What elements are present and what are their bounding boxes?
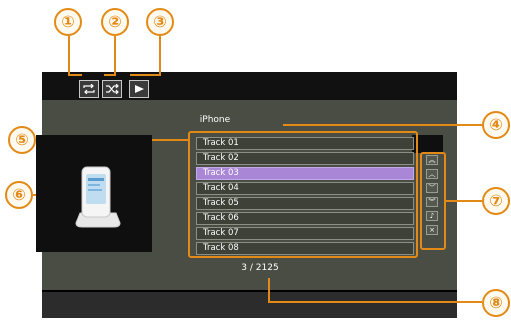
callout-7-lead <box>446 200 482 202</box>
scroll-top-button[interactable]: ︽ <box>426 155 438 165</box>
callout-3-lead-h <box>130 74 161 76</box>
device-image-panel <box>36 135 152 252</box>
track-item[interactable]: Track 04 <box>196 182 414 195</box>
scroll-down-button[interactable]: ﹀ <box>426 183 438 193</box>
scroll-up-button[interactable]: ︿ <box>426 169 438 179</box>
double-chevron-down-icon: ︾ <box>428 198 436 206</box>
track-item[interactable]: Track 08 <box>196 242 414 255</box>
close-icon: × <box>429 226 435 234</box>
double-chevron-up-icon: ︽ <box>428 156 436 164</box>
music-note-button[interactable]: ♪ <box>426 211 438 221</box>
track-item[interactable]: Track 06 <box>196 212 414 225</box>
callout-1: ① <box>54 8 82 36</box>
bottom-bar <box>42 292 457 318</box>
callout-2-lead-h <box>104 74 116 76</box>
callout-8-lead-h <box>268 301 482 303</box>
chevron-down-icon: ﹀ <box>428 184 436 192</box>
repeat-icon <box>83 84 95 94</box>
close-list-button[interactable]: × <box>426 225 438 235</box>
scroll-bottom-button[interactable]: ︾ <box>426 197 438 207</box>
callout-3: ③ <box>146 8 174 36</box>
toolbar <box>42 72 457 100</box>
track-list[interactable]: Track 01 Track 02 Track 03 Track 04 Trac… <box>196 137 414 257</box>
play-icon <box>135 85 144 93</box>
callout-6: ⑥ <box>5 181 33 209</box>
callout-2: ② <box>101 8 129 36</box>
play-button[interactable] <box>129 80 149 98</box>
callout-7: ⑦ <box>482 187 510 215</box>
callout-1-lead-h <box>68 74 82 76</box>
shuffle-button[interactable] <box>102 80 122 98</box>
callout-2-lead <box>114 36 116 76</box>
repeat-button[interactable] <box>79 80 99 98</box>
callout-8: ⑧ <box>482 289 510 317</box>
chevron-up-icon: ︿ <box>428 170 436 178</box>
shuffle-icon <box>106 84 119 94</box>
callout-5: ⑤ <box>8 126 36 154</box>
scroll-controls: ︽ ︿ ﹀ ︾ ♪ × <box>426 155 438 239</box>
track-counter: 3 / 2125 <box>241 263 279 273</box>
track-item[interactable]: Track 03 <box>196 167 414 180</box>
device-name: iPhone <box>199 115 231 125</box>
iphone-dock-icon <box>75 166 121 228</box>
callout-8-lead <box>268 278 270 302</box>
track-item[interactable]: Track 01 <box>196 137 414 150</box>
track-item[interactable]: Track 07 <box>196 227 414 240</box>
music-note-icon: ♪ <box>429 212 435 220</box>
track-item[interactable]: Track 02 <box>196 152 414 165</box>
callout-1-lead <box>68 36 70 76</box>
callout-4-lead <box>283 124 482 126</box>
callout-3-lead <box>159 36 161 76</box>
callout-4: ④ <box>482 111 510 139</box>
track-item[interactable]: Track 05 <box>196 197 414 210</box>
